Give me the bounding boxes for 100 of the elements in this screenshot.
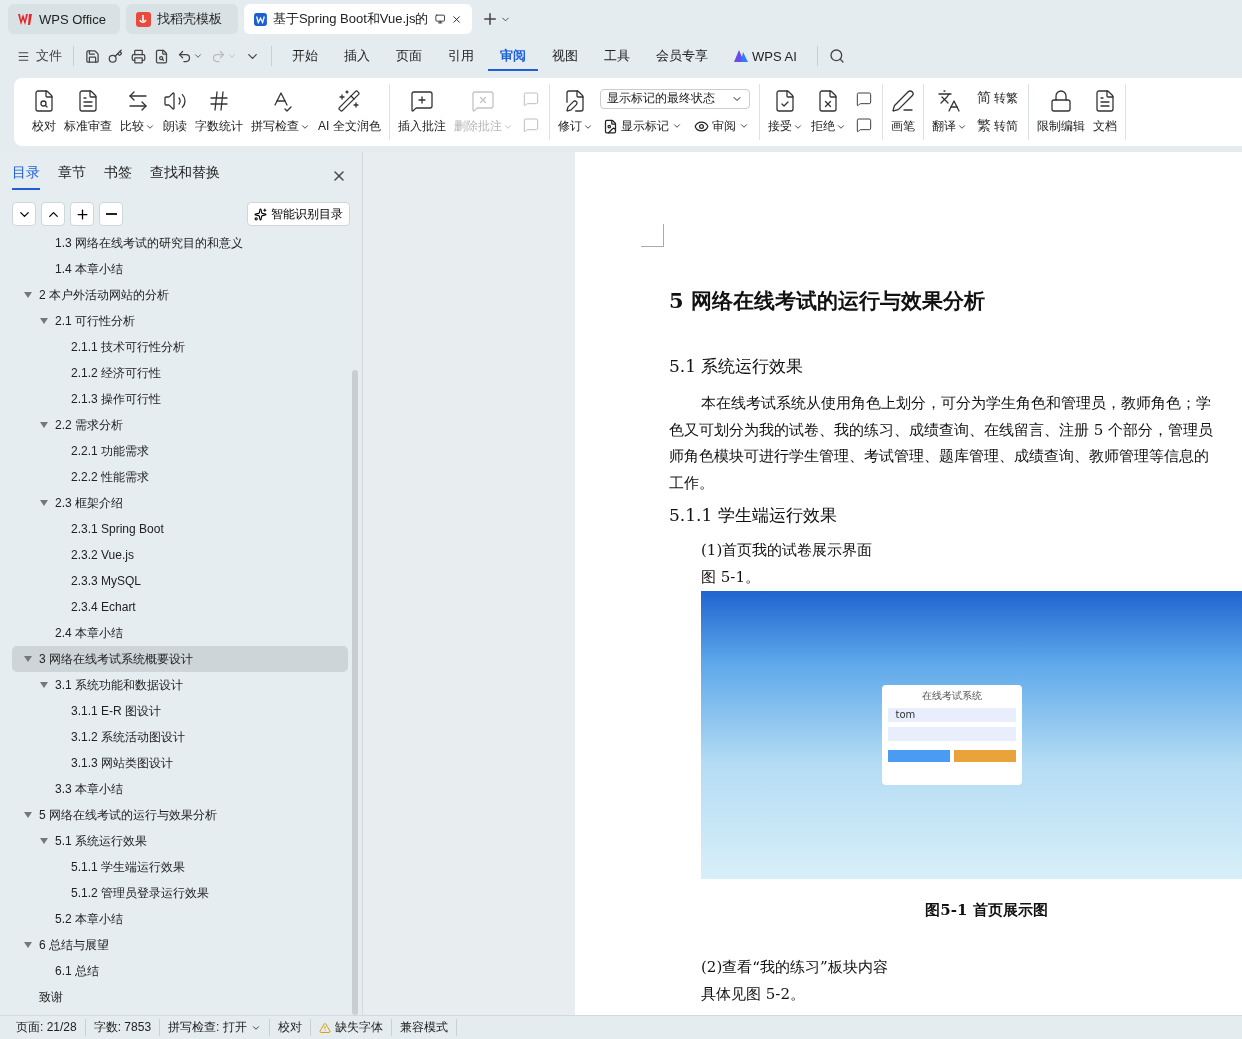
ribbon-button[interactable]: 比较 (116, 87, 159, 137)
key-icon (108, 48, 123, 64)
ribbon-button[interactable]: 插入批注 (393, 87, 450, 137)
ribbon-button[interactable]: 简 转繁 (973, 88, 1021, 108)
outline-item[interactable]: 3.1.2 系统活动图设计 (12, 724, 348, 750)
expanded-triangle-icon[interactable] (40, 837, 48, 845)
plus-icon (481, 10, 499, 28)
pen-icon (890, 89, 915, 113)
ribbon-button[interactable]: 字数统计 (191, 87, 247, 137)
smart-toc-button[interactable]: 智能识别目录 (247, 202, 350, 226)
outline-item[interactable]: 致谢 (12, 984, 348, 1010)
comment-icon (855, 117, 872, 133)
ribbon-button[interactable]: AI 全文润色 (314, 87, 385, 137)
ribbon-button[interactable]: 标准审查 (60, 87, 116, 137)
outline-item[interactable]: 2.1.2 经济可行性 (12, 360, 348, 386)
outline-item[interactable]: 5.1.2 管理员登录运行效果 (12, 880, 348, 906)
outline-item[interactable]: 2.3.1 Spring Boot (12, 516, 348, 542)
document-tab[interactable]: 基于Spring Boot和Vue.js的 (244, 4, 472, 34)
subsection-heading: 5.1.1 学生端运行效果 (669, 504, 838, 527)
wps-ai-tab[interactable]: WPS AI (722, 42, 809, 70)
outline-item[interactable]: 5.1.1 学生端运行效果 (12, 854, 348, 880)
lock-icon (1048, 89, 1073, 113)
outline-item[interactable]: 2.3 框架介绍 (12, 490, 348, 516)
file-menu-button[interactable]: 文件 (14, 44, 65, 68)
expanded-triangle-icon[interactable] (24, 655, 32, 663)
scrollbar[interactable] (352, 370, 358, 1015)
expanded-triangle-icon[interactable] (40, 681, 48, 689)
search-icon (828, 48, 845, 64)
speaker-icon (163, 89, 187, 113)
document-tab[interactable]: WPS Office (8, 4, 120, 34)
outline-item[interactable]: 3 网络在线考试系统概要设计 (12, 646, 348, 672)
expanded-triangle-icon[interactable] (24, 811, 32, 819)
outline-item[interactable]: 6.1 总结 (12, 958, 348, 984)
ribbon-tab[interactable]: 视图 (540, 41, 590, 71)
expanded-triangle-icon[interactable] (40, 499, 48, 507)
sidebar-tab[interactable]: 目录 (12, 162, 40, 190)
comment-icon (522, 91, 539, 107)
ribbon-button[interactable]: 翻译 (927, 87, 971, 137)
ribbon-button[interactable]: 审阅 (690, 116, 752, 136)
outline-item[interactable]: 2.2 需求分析 (12, 412, 348, 438)
ribbon-button[interactable]: 修订 (553, 87, 597, 137)
ribbon-tab[interactable]: 工具 (592, 41, 642, 71)
outline-item[interactable]: 3.1.1 E-R 图设计 (12, 698, 348, 724)
outline-item[interactable]: 2.3.3 MySQL (12, 568, 348, 594)
outline-item[interactable]: 5 网络在线考试的运行与效果分析 (12, 802, 348, 828)
ribbon-button[interactable]: 接受 (763, 87, 807, 137)
wps-logo-icon (18, 12, 33, 26)
outline-item[interactable]: 2.1.1 技术可行性分析 (12, 334, 348, 360)
sidebar-tab[interactable]: 章节 (58, 162, 86, 190)
ribbon-button[interactable]: 显示标记 (599, 116, 685, 136)
outline-item[interactable]: 3.1 系统功能和数据设计 (12, 672, 348, 698)
outline-item[interactable]: 5.1 系统运行效果 (12, 828, 348, 854)
status-button[interactable]: 缺失字体 (310, 1019, 392, 1036)
outline-item[interactable]: 2.1 可行性分析 (12, 308, 348, 334)
ribbon-tab[interactable]: 会员专享 (644, 41, 720, 71)
outline-item[interactable]: 2.4 本章小结 (12, 620, 348, 646)
caret-icon (227, 51, 237, 61)
ribbon-tab[interactable]: 页面 (384, 41, 434, 71)
ribbon-button[interactable]: 朗读 (159, 87, 191, 137)
ribbon-tab[interactable]: 开始 (280, 41, 330, 71)
ribbon-button[interactable]: 校对 (28, 87, 60, 137)
add-button[interactable] (70, 202, 94, 226)
status-button[interactable]: 拼写检查: 打开 (160, 1019, 270, 1036)
outline-item[interactable]: 2.2.2 性能需求 (12, 464, 348, 490)
outline-item[interactable]: 1.4 本章小结 (12, 256, 348, 282)
sidebar-tab[interactable]: 书签 (104, 162, 132, 190)
proofread-icon (32, 89, 56, 113)
outline-item[interactable]: 1.3 网络在线考试的研究目的和意义 (12, 230, 348, 256)
outline-item[interactable]: 6 总结与展望 (12, 932, 348, 958)
document-tab[interactable]: 找稻壳模板 (126, 4, 238, 34)
outline-item[interactable]: 2.2.1 功能需求 (12, 438, 348, 464)
expand-button[interactable] (12, 202, 36, 226)
outline-item[interactable]: 2.1.3 操作可行性 (12, 386, 348, 412)
collapse-button[interactable] (41, 202, 65, 226)
ribbon-button[interactable]: 画笔 (886, 87, 919, 137)
remove-button[interactable] (99, 202, 123, 226)
ribbon-button[interactable]: 拒绝 (806, 87, 850, 137)
outline-item[interactable]: 2.3.2 Vue.js (12, 542, 348, 568)
ribbon-button[interactable]: 文档 (1088, 87, 1121, 137)
minus-icon (105, 213, 117, 215)
ribbon-button[interactable]: 限制编辑 (1032, 87, 1089, 137)
expanded-triangle-icon[interactable] (24, 941, 32, 949)
outline-item[interactable]: 3.1.3 网站类图设计 (12, 750, 348, 776)
ribbon-button[interactable]: 繁 转简 (973, 116, 1021, 136)
ribbon-tab[interactable]: 审阅 (488, 41, 538, 71)
chapter-heading: 5 网络在线考试的运行与效果分析 (669, 287, 986, 315)
outline-item[interactable]: 2.3.4 Echart (12, 594, 348, 620)
ribbon-tab[interactable]: 引用 (436, 41, 486, 71)
menu-icon (17, 49, 30, 63)
outline-item[interactable]: 5.2 本章小结 (12, 906, 348, 932)
ribbon-button[interactable]: 拼写检查 (247, 87, 314, 137)
outline-item[interactable]: 2 本户外活动网站的分析 (12, 282, 348, 308)
ribbon-tab[interactable]: 插入 (332, 41, 382, 71)
expanded-triangle-icon[interactable] (40, 421, 48, 429)
expanded-triangle-icon[interactable] (24, 291, 32, 299)
markup-dropdown[interactable]: 显示标记的最终状态 (599, 88, 750, 109)
sidebar-tab[interactable]: 查找和替换 (150, 162, 220, 190)
outline-item[interactable]: 3.3 本章小结 (12, 776, 348, 802)
expanded-triangle-icon[interactable] (40, 317, 48, 325)
document-search-icon (154, 48, 169, 64)
